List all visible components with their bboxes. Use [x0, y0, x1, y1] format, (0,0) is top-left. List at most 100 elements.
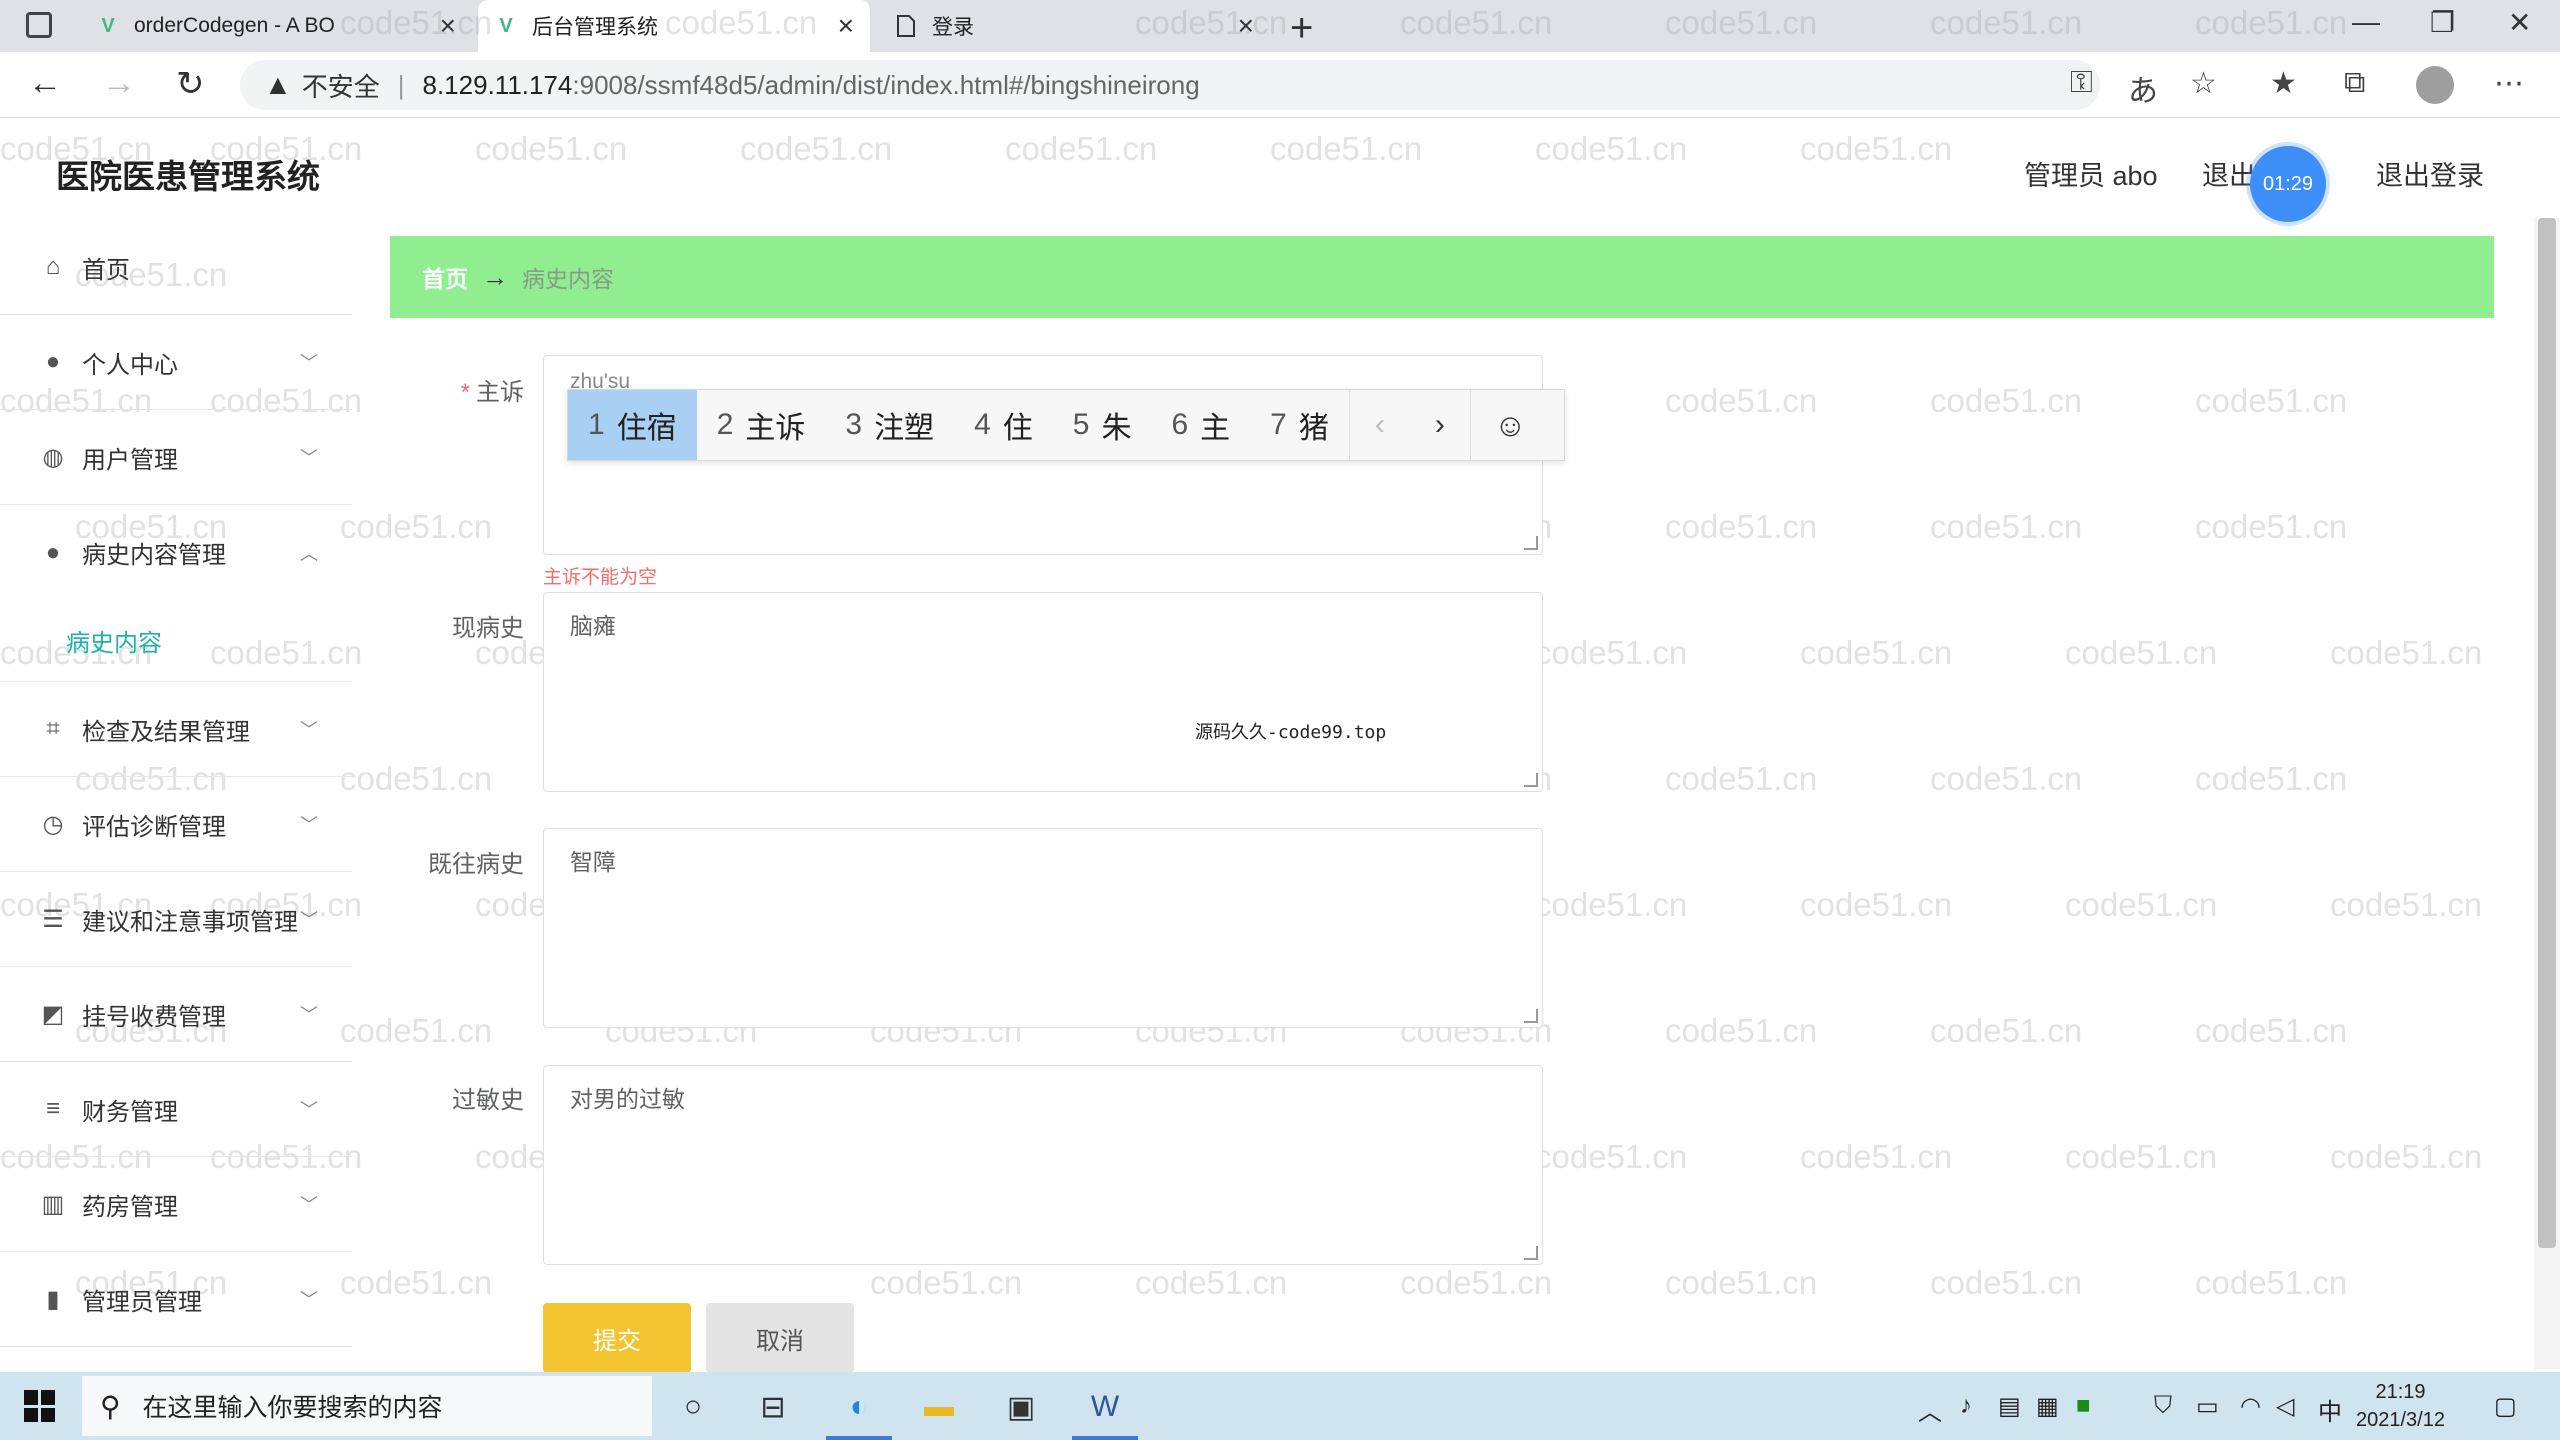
- file-explorer-icon[interactable]: ▬: [916, 1384, 962, 1430]
- nvidia-icon[interactable]: ■: [2076, 1392, 2091, 1420]
- translate-icon[interactable]: あ: [2128, 66, 2158, 110]
- emoji-icon[interactable]: ☺: [1469, 390, 1550, 460]
- ime-indicator[interactable]: 中: [2318, 1392, 2342, 1427]
- watermark: code51.cn: [1930, 382, 2083, 419]
- cancel-button[interactable]: 取消: [706, 1303, 854, 1373]
- resize-handle-icon[interactable]: [1524, 536, 1538, 550]
- sidebar-item-registration-fee[interactable]: ◩ 挂号收费管理 ﹀: [0, 967, 352, 1062]
- candidate-number: 3: [845, 408, 863, 441]
- key-icon[interactable]: ⚿: [2070, 66, 2093, 100]
- user-icon: ●: [45, 538, 61, 566]
- present-illness-textarea[interactable]: 脑瘫: [543, 592, 1543, 792]
- microphone-icon[interactable]: ♪: [1960, 1392, 1972, 1420]
- tab-actions-icon[interactable]: [26, 12, 52, 38]
- window-close-icon[interactable]: ✕: [2508, 6, 2531, 39]
- store-icon[interactable]: ▣: [998, 1384, 1044, 1430]
- address-bar[interactable]: ▲ 不安全 | 8.129.11.174 :9008/ssmf48d5/admi…: [240, 60, 2100, 110]
- show-hidden-icons-icon[interactable]: ︿: [1918, 1392, 1942, 1427]
- resize-handle-icon[interactable]: [1524, 773, 1538, 787]
- resize-handle-icon[interactable]: [1524, 1009, 1538, 1023]
- ime-candidate[interactable]: 4 住: [954, 390, 1053, 460]
- watermark: code51.cn: [2195, 508, 2348, 545]
- chevron-down-icon: ﹀: [300, 720, 318, 740]
- recording-timer-badge[interactable]: 01:29: [2250, 146, 2326, 222]
- more-icon[interactable]: ⋯: [2494, 66, 2524, 101]
- candidate-number: 1: [588, 408, 605, 441]
- watermark: code51.cn: [340, 1012, 493, 1049]
- ime-candidate[interactable]: 5 朱: [1053, 390, 1152, 460]
- warning-icon: ▲: [264, 69, 292, 100]
- logout-link-partial[interactable]: 退出: [2202, 154, 2256, 193]
- ime-candidate[interactable]: 2 主诉: [697, 390, 826, 460]
- sidebar-item-exam-management[interactable]: ⌗ 检查及结果管理 ﹀: [0, 682, 352, 777]
- volume-icon[interactable]: ◁: [2276, 1392, 2294, 1421]
- collections-icon[interactable]: ⧉: [2344, 66, 2365, 100]
- taskbar-search-box[interactable]: ⚲ 在这里输入你要搜索的内容: [82, 1376, 652, 1436]
- sidebar-item-advice-management[interactable]: ☰ 建议和注意事项管理 ﹀: [0, 872, 352, 967]
- sidebar-subitem-history-content[interactable]: 病史内容: [0, 600, 352, 682]
- taskbar-clock[interactable]: 21:19 2021/3/12: [2356, 1378, 2445, 1434]
- watermark: code51.cn: [2065, 1138, 2218, 1175]
- logout-link[interactable]: 退出登录: [2376, 154, 2484, 193]
- security-shield-icon[interactable]: ⛉: [2154, 1392, 2172, 1420]
- word-icon[interactable]: W: [1082, 1384, 1128, 1430]
- back-icon[interactable]: ←: [28, 64, 62, 103]
- close-tab-icon[interactable]: ×: [440, 10, 456, 42]
- bar-chart-icon: ▮: [46, 1285, 60, 1313]
- add-favorite-icon[interactable]: ☆: [2190, 66, 2217, 101]
- wifi-icon[interactable]: ◠: [2240, 1392, 2261, 1421]
- task-view-icon[interactable]: ⊟: [750, 1384, 796, 1430]
- sidebar-item-diagnosis-management[interactable]: ◷ 评估诊断管理 ﹀: [0, 777, 352, 872]
- sidebar-item-finance[interactable]: ≡ 财务管理 ﹀: [0, 1062, 352, 1157]
- ime-candidate[interactable]: 7 猪: [1250, 390, 1349, 460]
- ime-next-page-icon[interactable]: ›: [1410, 390, 1470, 460]
- new-tab-icon[interactable]: +: [1290, 6, 1313, 51]
- close-tab-icon[interactable]: ×: [838, 10, 854, 42]
- ime-candidate[interactable]: 6 主: [1151, 390, 1250, 460]
- candidate-text: 注塑: [874, 412, 935, 445]
- sidebar-item-admin-management[interactable]: ▮ 管理员管理 ﹀: [0, 1252, 352, 1347]
- active-app-indicator: [826, 1436, 892, 1440]
- home-icon: ⌂: [45, 253, 61, 280]
- ime-candidate[interactable]: 3 注塑: [825, 390, 954, 460]
- tab-title: 登录: [932, 16, 974, 39]
- edge-browser-icon[interactable]: ◐: [836, 1384, 882, 1430]
- watermark: code51.cn: [1665, 508, 1818, 545]
- sidebar-item-user-management[interactable]: ◍ 用户管理 ﹀: [0, 410, 352, 505]
- close-tab-icon[interactable]: ×: [1238, 10, 1254, 42]
- browser-tab-admin[interactable]: V 后台管理系统 ×: [478, 0, 870, 52]
- notification-icon[interactable]: ▢: [2494, 1392, 2517, 1421]
- ime-candidate[interactable]: 1 住宿: [568, 390, 697, 460]
- tray-app-icon[interactable]: ▦: [2036, 1392, 2059, 1421]
- past-history-textarea[interactable]: 智障: [543, 828, 1543, 1028]
- windows-start-icon[interactable]: [24, 1390, 56, 1422]
- clock-time: 21:19: [2375, 1381, 2426, 1403]
- allergy-history-label: 过敏史: [452, 1087, 524, 1114]
- battery-icon[interactable]: ▭: [2196, 1392, 2219, 1421]
- submit-button[interactable]: 提交: [543, 1303, 691, 1373]
- candidate-number: 4: [974, 408, 991, 441]
- reload-icon[interactable]: ↻: [176, 64, 205, 104]
- page-scrollbar-thumb[interactable]: [2538, 218, 2556, 1248]
- browser-tab-login[interactable]: 登录 ×: [878, 0, 1270, 52]
- browser-tab-ordercodegen[interactable]: V orderCodegen - A BO ×: [80, 0, 472, 52]
- tray-app-icon[interactable]: ▤: [1998, 1392, 2021, 1421]
- sidebar-item-label: 首页: [82, 256, 130, 284]
- sidebar-item-pharmacy[interactable]: ▥ 药房管理 ﹀: [0, 1157, 352, 1252]
- watermark: code51.cn: [1930, 1012, 2083, 1049]
- restore-icon[interactable]: ❐: [2430, 6, 2455, 39]
- allergy-history-textarea[interactable]: 对男的过敏: [543, 1065, 1543, 1265]
- minimize-icon[interactable]: —: [2352, 6, 2380, 38]
- favorites-icon[interactable]: ★: [2270, 66, 2297, 101]
- breadcrumb-home[interactable]: 首页: [422, 260, 468, 294]
- cortana-icon[interactable]: ○: [670, 1384, 716, 1430]
- sidebar-item-label: 病史内容: [66, 630, 162, 657]
- forward-icon[interactable]: →: [102, 64, 136, 103]
- sidebar-item-home[interactable]: ⌂ 首页: [0, 220, 352, 315]
- resize-handle-icon[interactable]: [1524, 1246, 1538, 1260]
- sidebar-item-personal-center[interactable]: ● 个人中心 ﹀: [0, 315, 352, 410]
- clock-icon: ◷: [42, 810, 64, 838]
- sidebar-item-history-management[interactable]: ● 病史内容管理 ︿: [0, 505, 352, 600]
- ime-prev-page-icon[interactable]: ‹: [1350, 390, 1410, 460]
- profile-avatar[interactable]: [2416, 66, 2454, 104]
